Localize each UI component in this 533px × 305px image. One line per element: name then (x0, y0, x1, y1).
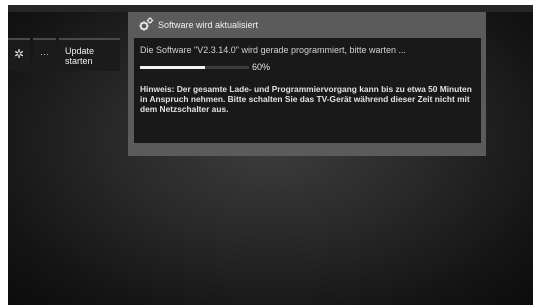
settings-tile[interactable]: ✲ (8, 38, 30, 71)
screenshot-canvas: ✲ ··· Update starten Software wird aktua… (0, 0, 533, 305)
dialog-title-bar: Software wird aktualisiert (128, 12, 486, 37)
more-icon: ··· (40, 49, 49, 59)
progress-bar-fill (140, 66, 206, 69)
update-start-label: Update starten (65, 46, 95, 66)
hint-text: Hinweis: Der gesamte Lade- und Programmi… (140, 84, 472, 114)
top-band (8, 5, 533, 12)
status-message: Die Software "V2.3.14.0" wird gerade pro… (140, 45, 407, 55)
update-start-tile[interactable]: Update starten (59, 38, 120, 71)
dialog-title: Software wird aktualisiert (158, 20, 259, 30)
gears-icon (139, 17, 154, 31)
progress-percent: 60% (252, 62, 271, 72)
more-tile[interactable]: ··· (33, 38, 56, 71)
software-update-dialog: Software wird aktualisiert Die Software … (128, 12, 486, 156)
tv-screen: ✲ ··· Update starten Software wird aktua… (8, 5, 533, 305)
gear-icon: ✲ (13, 47, 25, 61)
dialog-body: Die Software "V2.3.14.0" wird gerade pro… (134, 38, 481, 143)
progress-bar (140, 66, 249, 69)
